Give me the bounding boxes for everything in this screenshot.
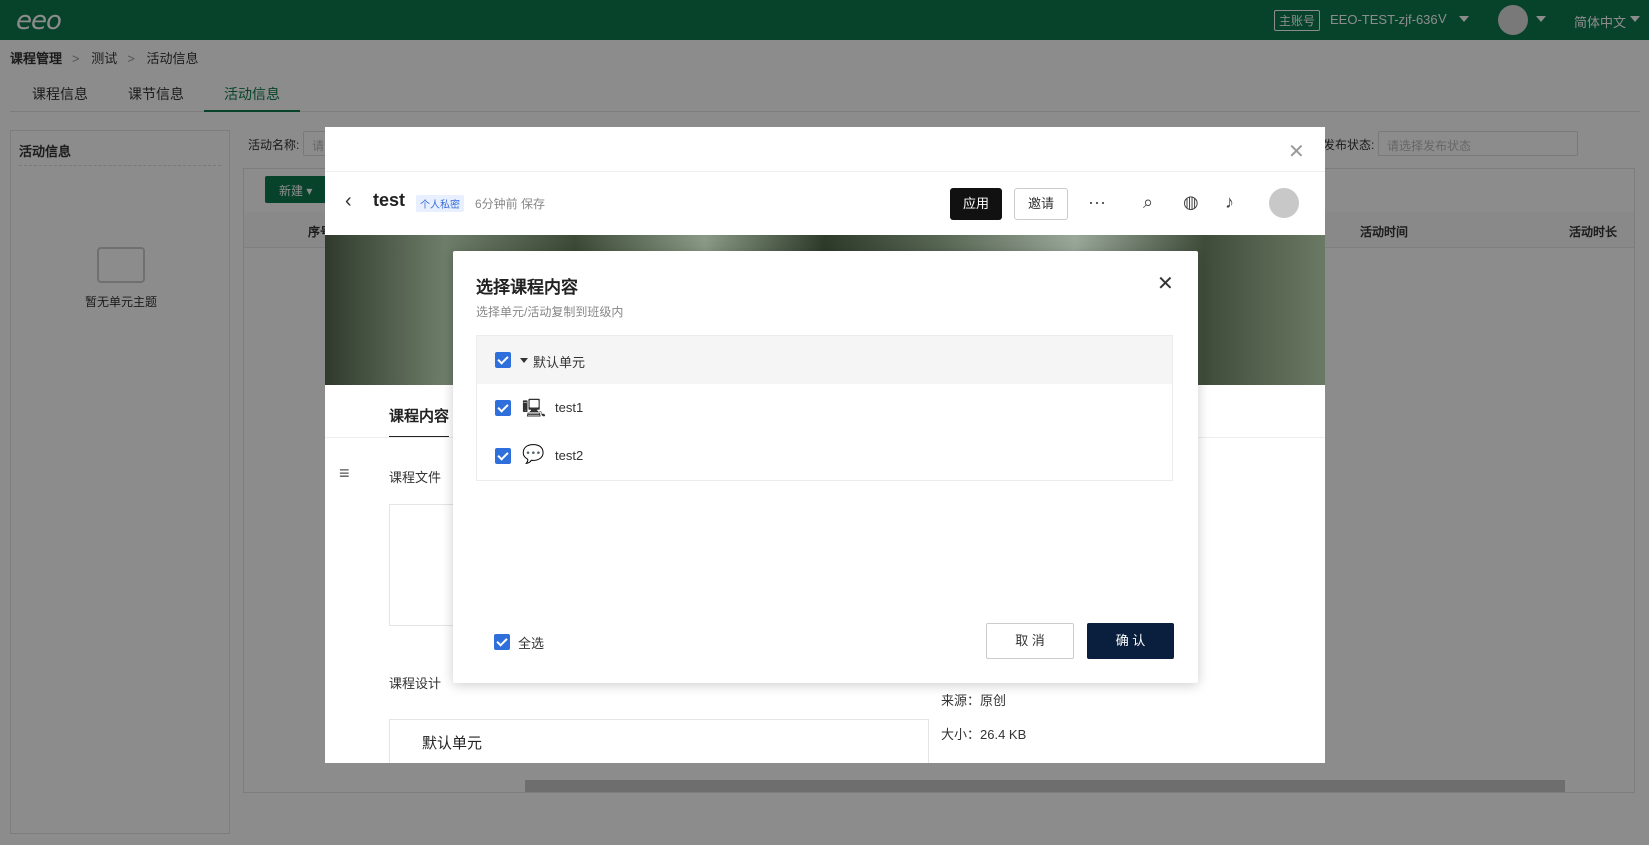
unit-section: 默认单元 bbox=[389, 719, 929, 763]
apply-button[interactable]: 应用 bbox=[950, 188, 1002, 220]
select-all-checkbox[interactable] bbox=[494, 634, 510, 650]
private-tag: 个人私密 bbox=[416, 195, 464, 212]
activity-checkbox[interactable] bbox=[495, 448, 511, 464]
source-info: 来源：原创 bbox=[941, 693, 1007, 708]
tree-row-activity[interactable]: 💬 test2 bbox=[477, 432, 1172, 480]
search-icon[interactable]: ⌕ bbox=[1143, 192, 1153, 213]
tab-course-content[interactable]: 课程内容 bbox=[389, 405, 450, 438]
tree-item-label: test2 bbox=[555, 448, 584, 463]
tree-item-label: test1 bbox=[555, 400, 584, 415]
menu-icon[interactable]: ≡ bbox=[339, 463, 350, 484]
back-arrow-icon[interactable]: ‹ bbox=[345, 190, 352, 213]
teacher-board-icon: 🖳 bbox=[522, 398, 547, 418]
activity-checkbox[interactable] bbox=[495, 400, 511, 416]
content-tree: 默认单元 🖳 test1 💬 test2 bbox=[476, 335, 1173, 481]
tree-row-unit[interactable]: 默认单元 bbox=[477, 336, 1172, 384]
modal-header: ✕ bbox=[325, 127, 1325, 171]
course-title: test bbox=[373, 190, 406, 210]
close-icon[interactable]: ✕ bbox=[1157, 271, 1174, 296]
globe-icon[interactable]: ◍ bbox=[1183, 192, 1199, 213]
course-file-label: 课程文件 bbox=[389, 470, 442, 485]
caret-down-icon[interactable] bbox=[520, 358, 528, 363]
tree-item-label: 默认单元 bbox=[533, 355, 586, 370]
editor-toolbar: ‹ test 个人私密 6分钟前 保存 应用 邀请 ··· ⌕ ◍ ♪ bbox=[325, 171, 1325, 235]
confirm-button[interactable]: 确 认 bbox=[1087, 623, 1174, 659]
dialog-subtitle: 选择单元/活动复制到班级内 bbox=[476, 305, 624, 319]
invite-button[interactable]: 邀请 bbox=[1014, 188, 1068, 220]
unit-label[interactable]: 默认单元 bbox=[422, 732, 482, 753]
editor-avatar[interactable] bbox=[1269, 188, 1299, 218]
more-icon[interactable]: ··· bbox=[1088, 192, 1106, 213]
save-status: 6分钟前 保存 bbox=[475, 197, 546, 211]
size-info: 大小：26.4 KB bbox=[941, 727, 1027, 742]
cancel-button[interactable]: 取 消 bbox=[986, 623, 1074, 659]
chat-bubble-icon: 💬 bbox=[522, 444, 545, 464]
select-all-label[interactable]: 全选 bbox=[518, 633, 544, 652]
course-design-label: 课程设计 bbox=[389, 676, 442, 691]
tree-row-activity[interactable]: 🖳 test1 bbox=[477, 384, 1172, 432]
select-content-dialog: 选择课程内容 选择单元/活动复制到班级内 ✕ 默认单元 🖳 test1 💬 te… bbox=[453, 251, 1198, 683]
dialog-title: 选择课程内容 bbox=[476, 278, 578, 297]
bell-icon[interactable]: ♪ bbox=[1225, 192, 1234, 213]
close-icon[interactable]: ✕ bbox=[1288, 139, 1305, 164]
unit-checkbox[interactable] bbox=[495, 352, 511, 368]
